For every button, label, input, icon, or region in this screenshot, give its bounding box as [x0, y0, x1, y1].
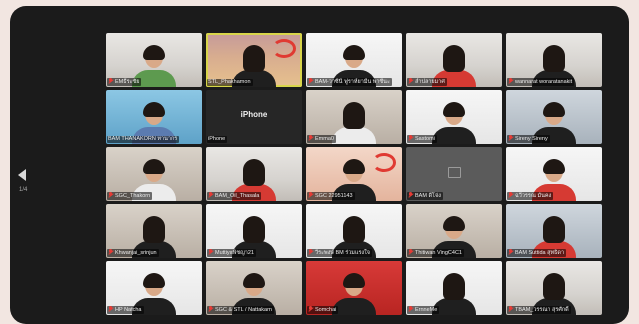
- participant-name: EMธีระชัย: [107, 78, 142, 86]
- participant-video: [332, 273, 376, 315]
- participant-gallery: EMธีระชัย STL_Phakhamon BAM-วาซีนี ฟูราห…: [106, 33, 602, 315]
- participant-tile[interactable]: วีระพงษ์ BM ร่วมแรงใจ: [306, 204, 402, 258]
- participant-tile[interactable]: BAM Suttida สุทธิดา: [506, 204, 602, 258]
- participant-name: BAM_Oil_Thasala: [207, 192, 262, 200]
- participant-name: Emma0: [307, 135, 336, 143]
- participant-tile[interactable]: ErnneMe: [406, 261, 502, 315]
- participant-tile[interactable]: BAM THANAKORN ทานากร: [106, 90, 202, 144]
- participant-tile[interactable]: BAM-วาซีนี ฟูราห์ยามีน พาซีนะ: [306, 33, 402, 87]
- muted-mic-icon: [408, 306, 413, 312]
- muted-mic-icon: [508, 192, 513, 198]
- meeting-window: 1/4 EMธีระชัย STL_Phakhamon BAM-วาซีนี ฟ…: [10, 6, 629, 324]
- participant-name: Sireny Sireny: [507, 135, 550, 143]
- muted-mic-icon: [408, 135, 413, 141]
- participant-tile-text: iPhone: [240, 110, 268, 119]
- participant-tile[interactable]: TBAM_วรรณา สุรศักดิ์: [506, 261, 602, 315]
- participant-tile[interactable]: SGC & STL / Nattakarn: [206, 261, 302, 315]
- participant-name: BAM THANAKORN ทานากร: [107, 136, 180, 143]
- participant-name: Somchai: [307, 306, 339, 314]
- active-speaker-tile[interactable]: STL_Phakhamon: [206, 33, 302, 87]
- participant-name: Sastomi: [407, 135, 437, 143]
- chevron-left-icon[interactable]: [18, 169, 26, 181]
- participant-name: iPhone: [207, 136, 228, 143]
- participant-tile[interactable]: Somchai: [306, 261, 402, 315]
- participant-tile[interactable]: HP Natcha: [106, 261, 202, 315]
- participant-tile[interactable]: Sastomi: [406, 90, 502, 144]
- muted-mic-icon: [408, 192, 413, 198]
- muted-mic-icon: [108, 192, 113, 198]
- participant-name: Khwanjai_srinjun: [107, 249, 159, 257]
- participant-tile[interactable]: SGC 22951143: [306, 147, 402, 201]
- participant-name: SGC 22951143: [307, 192, 355, 200]
- participant-name: ฉวีวรรณ มั่นคง: [507, 192, 554, 200]
- participant-name: ลำปลายมาศ: [407, 78, 447, 86]
- participant-name: BAM Suttida สุทธิดา: [507, 249, 567, 257]
- participant-tile[interactable]: BAM_Oil_Thasala: [206, 147, 302, 201]
- participant-name: wannarat woraratanakit: [507, 78, 575, 86]
- participant-name: TBAM_วรรณา สุรศักดิ์: [507, 306, 571, 314]
- participant-tile[interactable]: Khwanjai_srinjun: [106, 204, 202, 258]
- muted-mic-icon: [308, 135, 313, 141]
- participant-tile[interactable]: ลำปลายมาศ: [406, 33, 502, 87]
- participant-tile[interactable]: Sireny Sireny: [506, 90, 602, 144]
- muted-mic-icon: [308, 78, 313, 84]
- muted-mic-icon: [208, 249, 213, 255]
- participant-video: [432, 102, 476, 144]
- participant-name: SGC_Thakorn: [107, 192, 153, 200]
- participant-name: BAM ดีโจ่ง: [407, 192, 443, 200]
- page-indicator: 1/4: [19, 187, 28, 193]
- muted-mic-icon: [508, 135, 513, 141]
- muted-mic-icon: [208, 192, 213, 198]
- participant-name: ErnneMe: [407, 306, 440, 314]
- participant-name: BAM-วาซีนี ฟูราห์ยามีน พาซีนะ: [307, 78, 392, 86]
- muted-mic-icon: [508, 78, 513, 84]
- muted-mic-icon: [308, 306, 313, 312]
- muted-mic-icon: [108, 306, 113, 312]
- muted-mic-icon: [308, 249, 313, 255]
- participant-tile[interactable]: SGC_Thakorn: [106, 147, 202, 201]
- participant-tile[interactable]: EMธีระชัย: [106, 33, 202, 87]
- participant-name: SGC & STL / Nattakarn: [207, 306, 274, 314]
- muted-mic-icon: [108, 249, 113, 255]
- participant-tile[interactable]: Thitiwan VingC4C1: [406, 204, 502, 258]
- muted-mic-icon: [508, 249, 513, 255]
- muted-mic-icon: [408, 249, 413, 255]
- video-off-icon: [448, 167, 461, 178]
- participant-tile[interactable]: Emma0: [306, 90, 402, 144]
- muted-mic-icon: [308, 192, 313, 198]
- participant-tile[interactable]: ฉวีวรรณ มั่นคง: [506, 147, 602, 201]
- participant-tile[interactable]: Muttiyaพิชญา21: [206, 204, 302, 258]
- participant-tile[interactable]: iPhone iPhone: [206, 90, 302, 144]
- participant-name: STL_Phakhamon: [207, 79, 253, 86]
- participant-name: HP Natcha: [107, 306, 144, 314]
- participant-tile[interactable]: wannarat woraratanakit: [506, 33, 602, 87]
- participant-name: Muttiyaพิชญา21: [207, 249, 256, 257]
- muted-mic-icon: [108, 78, 113, 84]
- muted-mic-icon: [508, 306, 513, 312]
- muted-mic-icon: [408, 78, 413, 84]
- muted-mic-icon: [208, 306, 213, 312]
- participant-name: Thitiwan VingC4C1: [407, 249, 464, 257]
- participant-video: [332, 102, 376, 144]
- participant-tile[interactable]: BAM ดีโจ่ง: [406, 147, 502, 201]
- participant-name: วีระพงษ์ BM ร่วมแรงใจ: [307, 249, 372, 257]
